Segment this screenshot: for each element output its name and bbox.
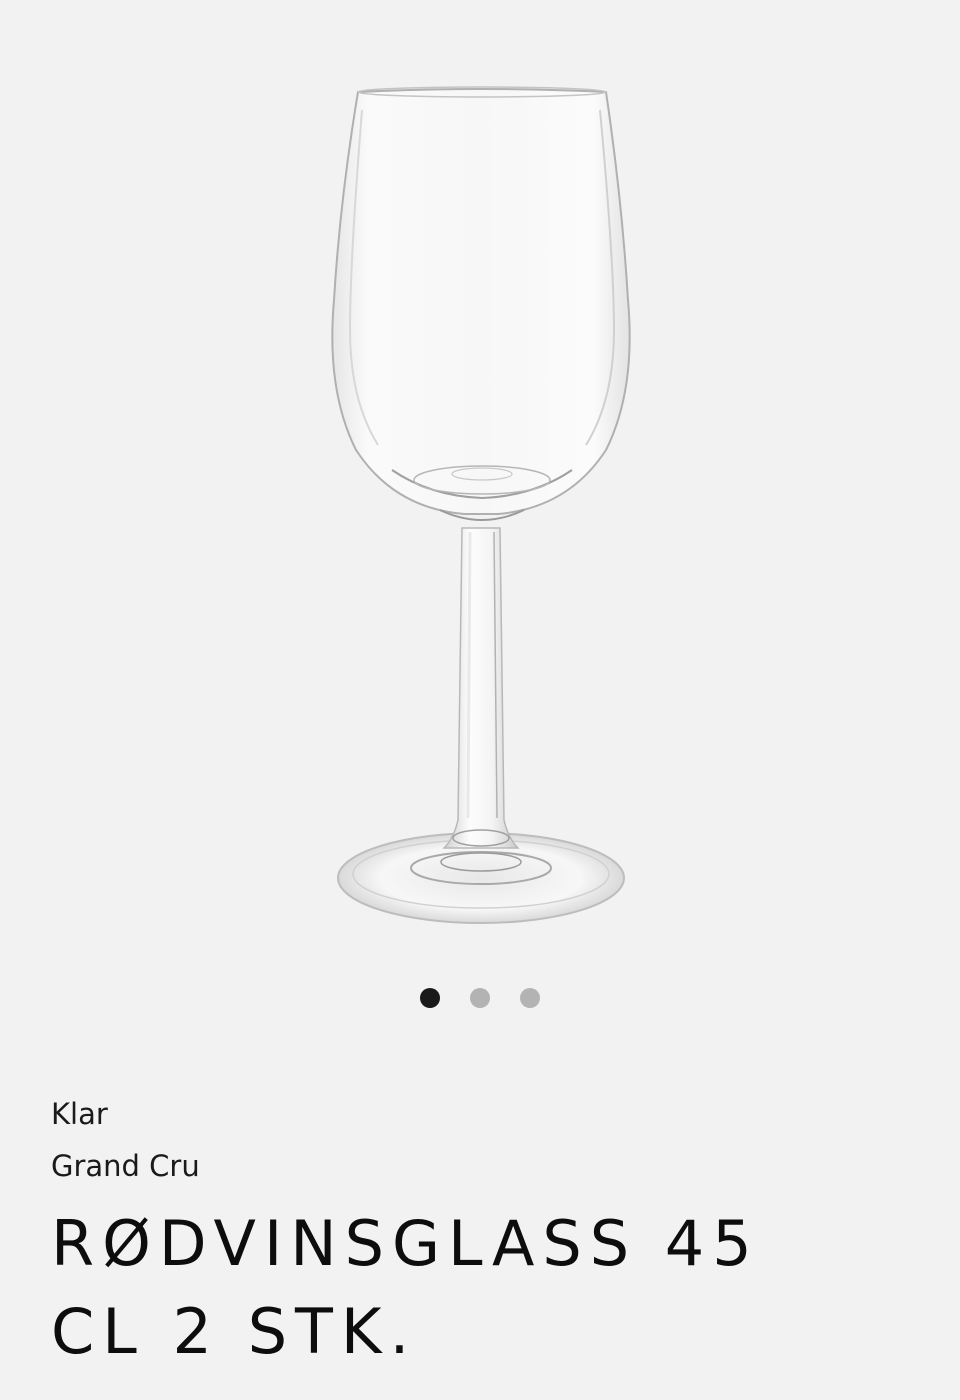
carousel-indicators [0, 988, 960, 1010]
carousel-dot-3[interactable] [520, 988, 540, 1008]
product-collection: Grand Cru [51, 1149, 200, 1183]
product-info: Klar Grand Cru RØDVINSGLASS 45 CL 2 STK. [51, 1094, 911, 1376]
glass-stem [442, 527, 520, 849]
glass-bowl [331, 88, 631, 515]
product-image-gallery[interactable] [0, 0, 960, 960]
wine-glass-image[interactable] [0, 0, 960, 960]
carousel-dot-1[interactable] [420, 988, 440, 1008]
product-variant: Klar [51, 1097, 108, 1131]
product-title: RØDVINSGLASS 45 CL 2 STK. [51, 1207, 760, 1368]
carousel-dot-2[interactable] [470, 988, 490, 1008]
